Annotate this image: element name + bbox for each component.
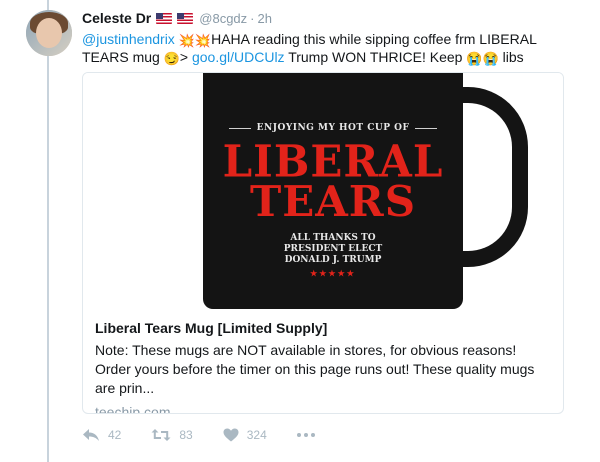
crying-emoji: 😭 <box>466 51 483 66</box>
divider <box>415 127 438 129</box>
retweet-icon <box>151 429 171 441</box>
smirk-emoji: 😏 <box>163 51 180 66</box>
card-description: Note: These mugs are NOT available in st… <box>95 342 535 396</box>
reply-count: 42 <box>108 428 122 442</box>
card-image[interactable]: ENJOYING MY HOT CUP OF LIBERAL TEARS ALL… <box>83 73 563 309</box>
tweet-text-part: > <box>179 49 192 65</box>
more-dot <box>303 433 308 437</box>
mug-top-text: ENJOYING MY HOT CUP OF <box>256 123 410 133</box>
reply-button[interactable]: 42 <box>82 428 121 442</box>
more-dot <box>310 433 315 437</box>
more-icon[interactable] <box>296 433 315 437</box>
divider <box>228 127 251 129</box>
tweet-text: @justinhendrix 💥💥HAHA reading this while… <box>82 30 572 66</box>
user-handle[interactable]: @8cgdz <box>199 11 247 26</box>
thread-line <box>47 0 49 462</box>
tweet: Celeste Dr @8cgdz · 2h @justinhendrix 💥💥… <box>82 8 582 442</box>
like-button[interactable]: 324 <box>223 428 267 442</box>
heart-icon <box>223 428 239 442</box>
mug-thanks-line: DONALD J. TRUMP <box>284 255 382 265</box>
card-body[interactable]: Liberal Tears Mug [Limited Supply] Note:… <box>83 309 563 413</box>
mug-line-tears: TEARS <box>249 177 417 226</box>
short-link[interactable]: goo.gl/UDCUlz <box>192 49 285 65</box>
like-count: 324 <box>246 428 267 442</box>
collision-emoji: 💥 <box>178 33 195 48</box>
more-dot <box>296 433 301 437</box>
tweet-actions: 42 83 324 <box>82 428 315 442</box>
retweet-button[interactable]: 83 <box>151 428 193 442</box>
mug-thanks-text: ALL THANKS TO PRESIDENT ELECT DONALD J. … <box>203 233 463 266</box>
mug-stars: ★★★★★ <box>310 268 356 278</box>
reply-icon <box>83 429 99 441</box>
mug-thanks-line: ALL THANKS TO <box>290 233 376 243</box>
tweet-text-part: libs <box>498 49 524 65</box>
crying-emoji: 😭 <box>482 51 499 66</box>
collision-emoji: 💥 <box>194 33 212 48</box>
tweet-text-part: Trump WON THRICE! Keep <box>284 49 467 65</box>
avatar-face <box>36 18 62 48</box>
tweet-header: Celeste Dr @8cgdz · 2h <box>82 8 582 28</box>
mug-top-line: ENJOYING MY HOT CUP OF <box>203 123 463 133</box>
separator: · <box>250 10 255 26</box>
flag-us-icon <box>177 12 194 24</box>
mention-link[interactable]: @justinhendrix <box>82 31 175 47</box>
card-title[interactable]: Liberal Tears Mug [Limited Supply] <box>95 319 551 337</box>
mug-thanks-line: PRESIDENT ELECT <box>283 244 383 254</box>
timestamp[interactable]: 2h <box>258 11 272 26</box>
card-domain[interactable]: teechip.com <box>95 404 551 413</box>
avatar[interactable] <box>26 10 72 56</box>
retweet-count: 83 <box>179 428 193 442</box>
link-card[interactable]: ENJOYING MY HOT CUP OF LIBERAL TEARS ALL… <box>82 72 564 414</box>
flag-us-icon <box>156 12 173 24</box>
user-name[interactable]: Celeste Dr <box>82 10 151 26</box>
